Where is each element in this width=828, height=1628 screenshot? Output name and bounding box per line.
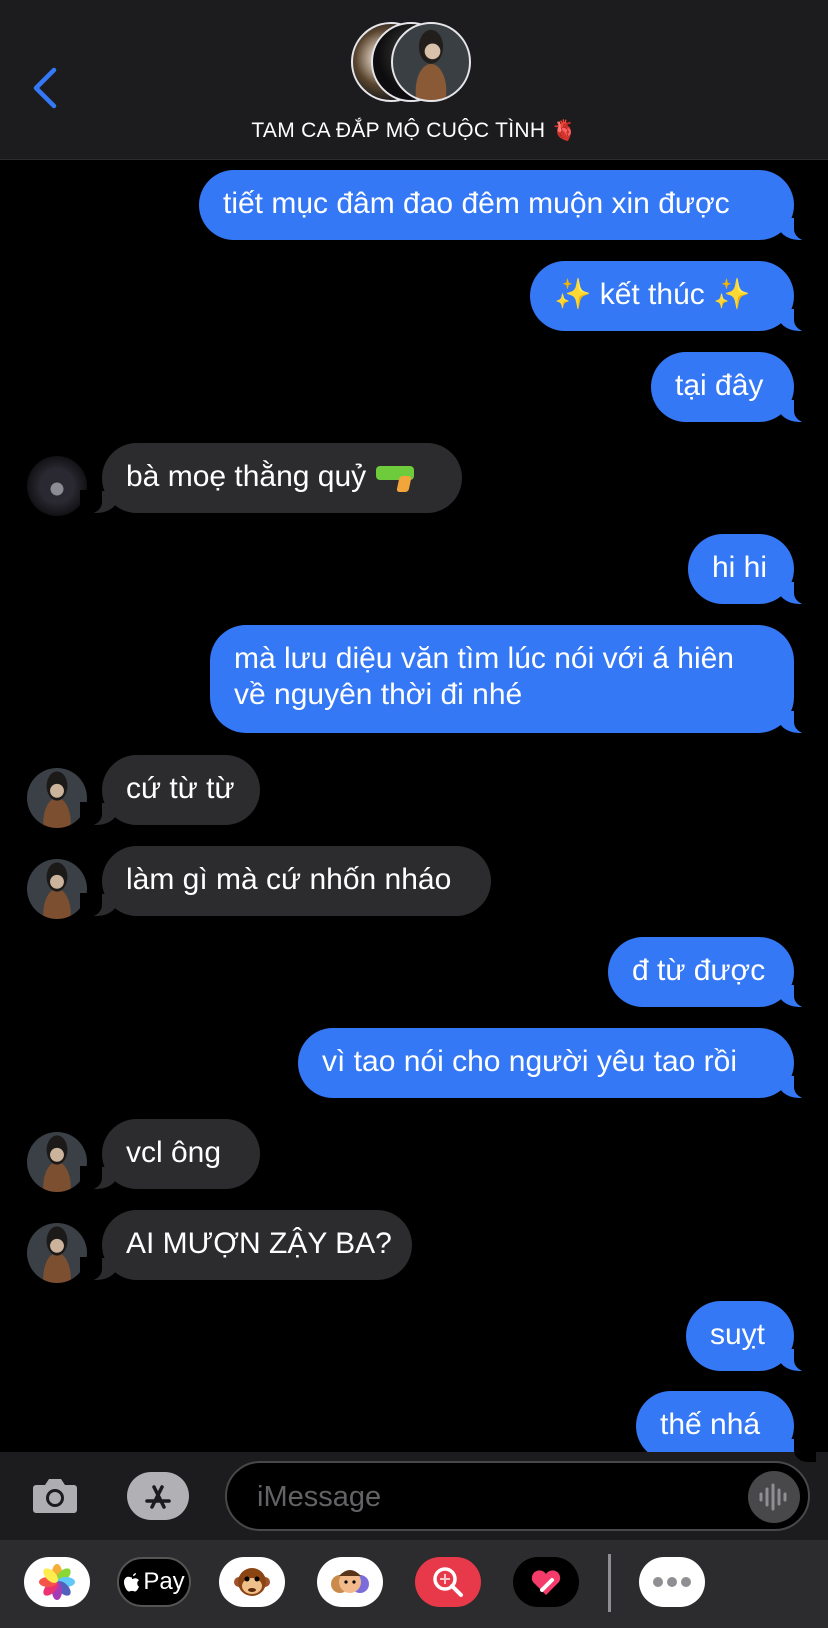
incoming-message[interactable]: bà moẹ thằng quỷ	[80, 443, 462, 514]
composer-bar	[0, 1452, 828, 1540]
message-text: làm gì mà cứ nhốn nháo	[126, 863, 452, 896]
sender-avatar[interactable]	[27, 768, 87, 828]
image-search-app[interactable]	[415, 1557, 481, 1607]
outgoing-message[interactable]: suỵt	[686, 1301, 816, 1372]
group-avatar-3	[391, 22, 471, 102]
message-text: hi hi	[712, 551, 768, 584]
message-text: ✨ kết thúc ✨	[554, 278, 751, 311]
incoming-message[interactable]: AI MƯỢN ZẬY BA?	[80, 1210, 412, 1281]
water-pistol-icon	[376, 466, 415, 488]
outgoing-message[interactable]: mà lưu diệu văn tìm lúc nói với á hiên v…	[210, 625, 816, 734]
sender-avatar[interactable]	[27, 1132, 87, 1192]
monkey-emoji-icon	[234, 1568, 270, 1596]
sender-avatar[interactable]	[27, 1223, 87, 1283]
incoming-message[interactable]: làm gì mà cứ nhốn nháo	[80, 846, 491, 917]
message-text: suỵt	[710, 1318, 766, 1351]
message-input-field[interactable]	[225, 1461, 810, 1531]
message-text: thế nhá	[660, 1408, 761, 1441]
photos-app[interactable]	[24, 1557, 90, 1607]
outgoing-message[interactable]: vì tao nói cho người yêu tao rồi	[298, 1028, 816, 1099]
photos-icon	[39, 1564, 75, 1600]
animoji-app[interactable]	[219, 1557, 285, 1607]
apple-logo-icon	[124, 1573, 140, 1592]
outgoing-message[interactable]: đ từ được	[608, 937, 816, 1008]
app-drawer-divider	[608, 1554, 611, 1612]
message-text: vì tao nói cho người yêu tao rồi	[322, 1045, 737, 1078]
outgoing-message[interactable]: ✨ kết thúc ✨	[530, 261, 816, 332]
more-icon	[653, 1577, 691, 1587]
conversation-header: TAM CA ĐẮP MỘ CUỘC TÌNH 🫀	[0, 0, 828, 160]
outgoing-message[interactable]: tại đây	[651, 352, 816, 423]
app-store-button[interactable]	[127, 1472, 189, 1520]
incoming-message[interactable]: cứ từ từ	[80, 755, 260, 826]
memoji-icon	[331, 1570, 369, 1593]
message-text: vcl ông	[126, 1136, 222, 1169]
camera-icon[interactable]	[32, 1475, 78, 1515]
message-line: về nguyên thời đi nhé	[234, 678, 523, 711]
digital-touch-icon	[531, 1570, 561, 1595]
digital-touch-app[interactable]	[513, 1557, 579, 1607]
apple-pay-label: Pay	[143, 1568, 185, 1595]
anatomical-heart-icon: 🫀	[551, 120, 577, 142]
incoming-message[interactable]: vcl ông	[80, 1119, 260, 1190]
message-text: đ từ được	[632, 954, 766, 987]
sender-avatar[interactable]	[27, 456, 87, 516]
group-avatars[interactable]	[351, 22, 481, 108]
back-chevron-icon[interactable]	[30, 64, 60, 112]
apple-pay-app[interactable]: Pay	[117, 1557, 191, 1607]
group-title[interactable]: TAM CA ĐẮP MỘ CUỘC TÌNH 🫀	[0, 118, 828, 143]
message-text: cứ từ từ	[126, 772, 235, 805]
app-store-icon	[145, 1485, 171, 1509]
sender-avatar[interactable]	[27, 859, 87, 919]
more-apps-button[interactable]	[639, 1557, 705, 1607]
outgoing-message[interactable]: thế nhá	[636, 1391, 816, 1462]
outgoing-message[interactable]: hi hi	[688, 534, 816, 605]
group-title-text: TAM CA ĐẮP MỘ CUỘC TÌNH	[251, 119, 546, 142]
outgoing-message[interactable]: tiết mục đâm đao đêm muộn xin được	[199, 170, 816, 241]
waveform-icon	[759, 1483, 787, 1511]
message-text: tại đây	[675, 369, 764, 402]
app-drawer: Pay	[0, 1540, 828, 1628]
memoji-app[interactable]	[317, 1557, 383, 1607]
message-text: bà moẹ thằng quỷ	[126, 460, 367, 493]
message-line: mà lưu diệu văn tìm lúc nói với á hiên	[234, 642, 734, 675]
message-text: AI MƯỢN ZẬY BA?	[126, 1227, 392, 1260]
message-input[interactable]	[255, 1477, 729, 1517]
voice-input-button[interactable]	[748, 1471, 800, 1523]
message-text: tiết mục đâm đao đêm muộn xin được	[223, 187, 730, 220]
image-search-icon	[433, 1567, 463, 1597]
